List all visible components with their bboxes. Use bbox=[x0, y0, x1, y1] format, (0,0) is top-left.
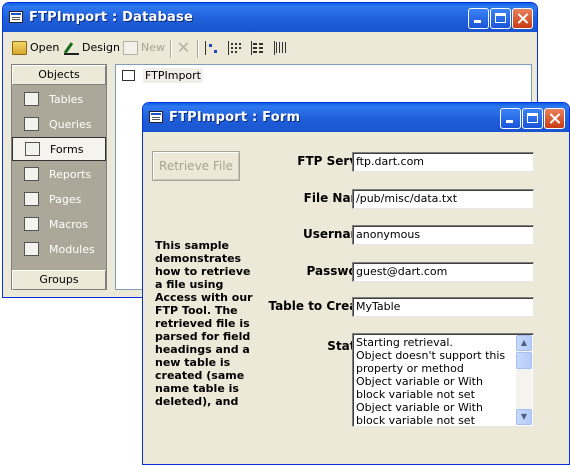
sidebar-item-forms[interactable]: Forms bbox=[12, 137, 106, 161]
status-line: Starting retrieval. bbox=[356, 336, 453, 349]
sidebar-item-queries[interactable]: Queries bbox=[12, 112, 106, 136]
sidebar-item-label: Pages bbox=[49, 192, 82, 206]
sidebar-item-pages[interactable]: Pages bbox=[12, 187, 106, 211]
ftp-server-field[interactable]: ftp.dart.com bbox=[352, 152, 534, 172]
list-view-button[interactable] bbox=[251, 39, 267, 56]
new-button[interactable]: New bbox=[123, 39, 165, 56]
scroll-up-button[interactable]: ▲ bbox=[516, 335, 532, 351]
scroll-thumb[interactable] bbox=[516, 352, 532, 369]
database-window-icon bbox=[9, 11, 23, 23]
maximize-button[interactable] bbox=[522, 108, 543, 129]
delete-icon: ✕ bbox=[176, 37, 191, 57]
small-icons-button[interactable] bbox=[228, 39, 244, 56]
large-icons-icon bbox=[205, 40, 221, 55]
list-item-label: FTPImport bbox=[143, 68, 203, 83]
sidebar-item-label: Tables bbox=[49, 92, 84, 106]
module-icon bbox=[24, 242, 39, 256]
maximize-button[interactable] bbox=[490, 8, 511, 29]
username-field[interactable]: anonymous bbox=[352, 225, 534, 245]
close-icon bbox=[513, 9, 532, 28]
list-item[interactable]: FTPImport bbox=[122, 68, 203, 83]
status-textbox[interactable]: Starting retrieval. Object doesn't suppo… bbox=[352, 333, 534, 427]
form-titlebar[interactable]: FTPImport : Form bbox=[143, 103, 569, 132]
delete-button[interactable]: ✕ bbox=[176, 39, 191, 56]
database-titlebar[interactable]: FTPImport : Database bbox=[3, 3, 537, 32]
minimize-button[interactable] bbox=[468, 8, 489, 29]
new-icon bbox=[123, 40, 138, 55]
toolbar-separator bbox=[170, 40, 172, 58]
open-folder-icon bbox=[12, 40, 27, 55]
form-body: Retrieve File FTP Server: ftp.dart.com F… bbox=[146, 133, 566, 461]
objects-bar: Objects Tables Queries Forms Reports Pag… bbox=[11, 64, 107, 290]
minimize-button[interactable] bbox=[500, 108, 521, 129]
database-title: FTPImport : Database bbox=[29, 10, 193, 25]
status-line: Object variable or With block variable n… bbox=[356, 401, 483, 427]
open-label: Open bbox=[30, 41, 60, 54]
groups-header[interactable]: Groups bbox=[12, 270, 106, 290]
sidebar-item-modules[interactable]: Modules bbox=[12, 237, 106, 261]
form-icon bbox=[25, 142, 40, 156]
status-line: Object variable or With block variable n… bbox=[356, 375, 483, 401]
form-window: FTPImport : Form Retrieve File FTP Serve… bbox=[142, 102, 570, 465]
design-label: Design bbox=[82, 41, 120, 54]
form-icon bbox=[122, 70, 135, 81]
macro-icon bbox=[24, 217, 39, 231]
details-view-button[interactable] bbox=[274, 39, 290, 56]
minimize-icon bbox=[501, 109, 520, 128]
design-button[interactable]: Design bbox=[64, 39, 120, 56]
table-to-create-field[interactable]: MyTable bbox=[352, 297, 534, 317]
query-icon bbox=[24, 117, 39, 131]
objects-header[interactable]: Objects bbox=[12, 65, 106, 85]
sidebar-item-reports[interactable]: Reports bbox=[12, 162, 106, 186]
report-icon bbox=[24, 167, 39, 181]
design-icon bbox=[64, 41, 79, 55]
small-icons-icon bbox=[228, 40, 244, 55]
sample-description: This sample demonstrates how to retrieve… bbox=[155, 239, 253, 408]
password-field[interactable]: guest@dart.com bbox=[352, 262, 534, 282]
database-toolbar: Open Design New ✕ bbox=[6, 33, 534, 61]
new-label: New bbox=[141, 41, 165, 54]
maximize-icon bbox=[523, 109, 542, 128]
file-name-field[interactable]: /pub/misc/data.txt bbox=[352, 189, 534, 209]
status-scrollbar[interactable]: ▲ ▼ bbox=[516, 335, 532, 425]
minimize-icon bbox=[469, 9, 488, 28]
large-icons-button[interactable] bbox=[205, 39, 221, 56]
list-view-icon bbox=[251, 40, 267, 55]
sidebar-item-label: Forms bbox=[50, 142, 84, 156]
details-view-icon bbox=[274, 40, 290, 55]
form-window-icon bbox=[149, 111, 163, 123]
open-button[interactable]: Open bbox=[12, 39, 59, 56]
sidebar-item-label: Macros bbox=[49, 217, 89, 231]
sidebar-item-label: Reports bbox=[49, 167, 92, 181]
form-title: FTPImport : Form bbox=[169, 110, 301, 125]
sidebar-item-macros[interactable]: Macros bbox=[12, 212, 106, 236]
close-button[interactable] bbox=[512, 8, 533, 29]
scroll-down-button[interactable]: ▼ bbox=[516, 409, 532, 425]
status-line: Object doesn't support this property or … bbox=[356, 349, 506, 375]
status-text: Starting retrieval. Object doesn't suppo… bbox=[356, 336, 514, 427]
table-icon bbox=[24, 92, 39, 106]
sidebar-item-label: Modules bbox=[49, 242, 95, 256]
retrieve-file-button[interactable]: Retrieve File bbox=[152, 151, 240, 181]
sidebar-item-label: Queries bbox=[49, 117, 92, 131]
toolbar-separator bbox=[197, 40, 199, 58]
close-icon bbox=[545, 109, 564, 128]
page-icon bbox=[24, 192, 39, 206]
close-button[interactable] bbox=[544, 108, 565, 129]
maximize-icon bbox=[491, 9, 510, 28]
sidebar-item-tables[interactable]: Tables bbox=[12, 87, 106, 111]
